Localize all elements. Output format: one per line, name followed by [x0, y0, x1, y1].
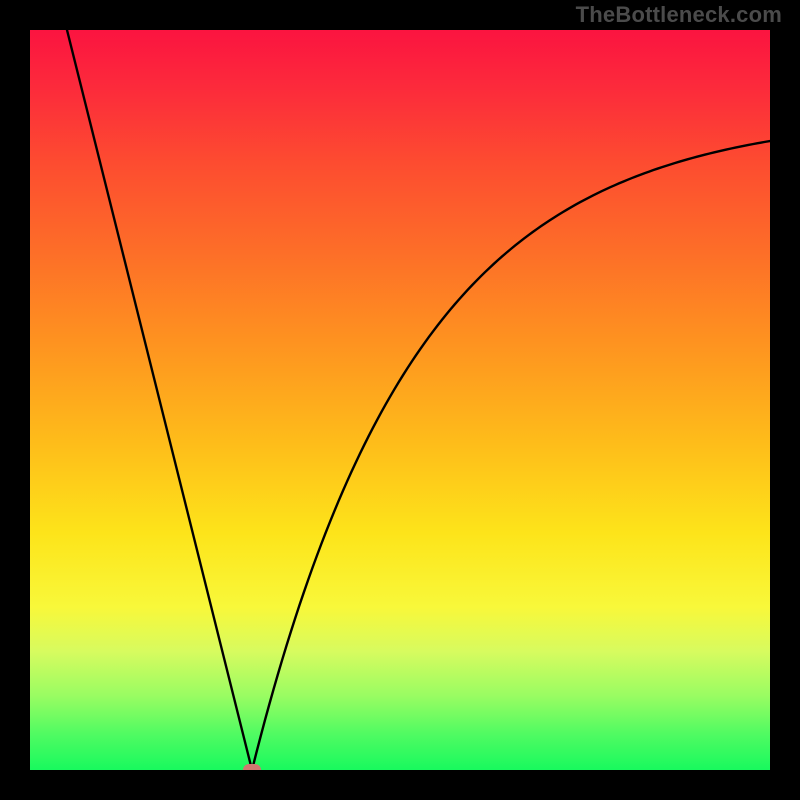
chart-canvas: TheBottleneck.com — [0, 0, 800, 800]
bottleneck-curve — [67, 30, 770, 770]
watermark-text: TheBottleneck.com — [576, 2, 782, 28]
curve-overlay — [30, 30, 770, 770]
plot-area — [30, 30, 770, 770]
minimum-marker — [243, 764, 261, 770]
